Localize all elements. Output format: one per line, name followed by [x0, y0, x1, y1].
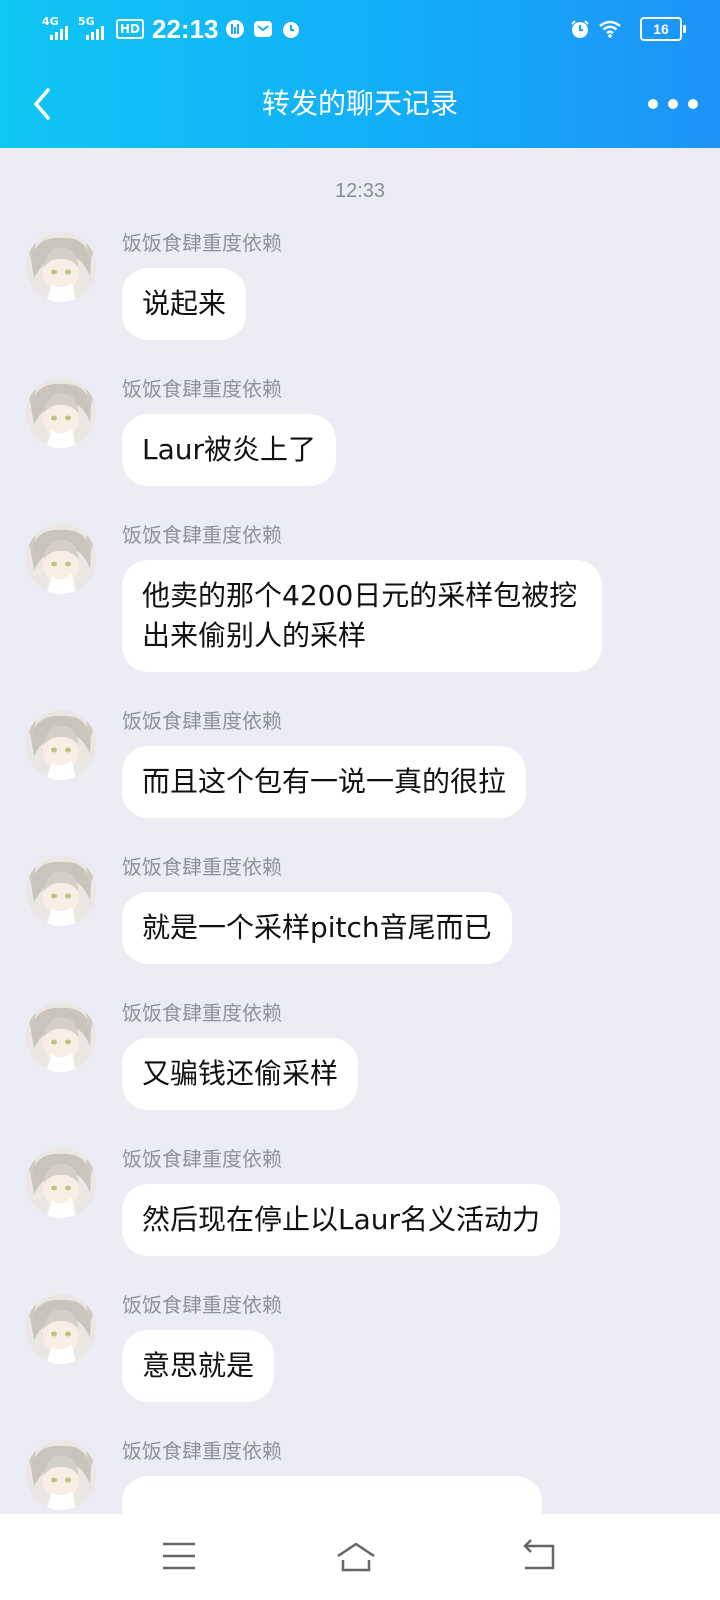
alarm-icon — [282, 22, 299, 38]
hd-voice-badge: HD — [116, 19, 145, 39]
sender-name: 饭饭食肆重度依赖 — [122, 1439, 282, 1463]
message-bubble[interactable]: 而且这个包有一说一真的很拉 — [122, 746, 527, 818]
avatar[interactable] — [26, 1440, 96, 1510]
message-row: 饭饭食肆重度依赖 — [0, 1438, 720, 1514]
chat-timestamp: 12:33 — [334, 180, 386, 202]
avatar[interactable] — [26, 232, 96, 302]
avatar[interactable] — [26, 710, 96, 780]
message-list: 饭饭食肆重度依赖 说起来 饭饭食肆重度依赖 Laur被炎上了 饭饭食肆重度依赖 他卖的… — [0, 230, 720, 1514]
message-bubble[interactable]: 又骗钱还偷采样 — [122, 1038, 359, 1110]
avatar[interactable] — [26, 1148, 96, 1218]
page-title: 转发的聊天记录 — [261, 87, 458, 120]
message-row: 饭饭食肆重度依赖然后现在停止以Laur名义活动力 — [0, 1146, 720, 1256]
nav-bar: 转发的聊天记录 — [0, 66, 720, 142]
message-row: 饭饭食肆重度依赖 Laur被炎上了 — [0, 376, 720, 486]
signal-5g-icon: 5G — [78, 16, 110, 42]
status-bar: 4G 5G HD 22:13 16 — [0, 0, 720, 58]
avatar[interactable] — [26, 1002, 96, 1072]
message-bubble[interactable]: 说起来 — [122, 268, 247, 340]
sender-name: 饭饭食肆重度依赖 — [122, 523, 282, 547]
system-nav-bar — [0, 1514, 720, 1600]
menu-icon[interactable] — [157, 1534, 201, 1578]
message-row: 饭饭食肆重度依赖说起来 — [0, 230, 720, 340]
back-icon[interactable] — [519, 1534, 563, 1578]
more-icon[interactable] — [648, 88, 698, 120]
message-row: 饭饭食肆重度依赖意思就是 — [0, 1292, 720, 1402]
sender-name: 饭饭食肆重度依赖 — [122, 855, 282, 879]
sender-name: 饭饭食肆重度依赖 — [122, 1293, 282, 1317]
message-bubble[interactable]: 意思就是 — [122, 1330, 275, 1402]
signal-4g-icon: 4G — [42, 16, 74, 42]
alarm-icon — [571, 20, 589, 38]
message-bubble[interactable]: 他卖的那个4200日元的采样包被挖出来偷别人的采样 — [122, 560, 602, 672]
avatar[interactable] — [26, 524, 96, 594]
message-bubble[interactable]: 就是一个采样pitch音尾而已 — [122, 892, 512, 964]
avatar[interactable] — [26, 1294, 96, 1364]
sender-name: 饭饭食肆重度依赖 — [122, 1001, 282, 1025]
home-icon[interactable] — [334, 1534, 378, 1578]
avatar[interactable] — [26, 856, 96, 926]
message-bubble[interactable]: 然后现在停止以Laur名义活动力 — [122, 1184, 561, 1256]
sender-name: 饭饭食肆重度依赖 — [122, 709, 282, 733]
chat-history[interactable]: 12:33 饭饭食肆重度依赖 说起来 饭饭食肆重度依赖 Laur被炎上了 饭饭食肆重… — [0, 148, 720, 1514]
status-time: 22:13 — [152, 13, 219, 44]
sender-name: 饭饭食肆重度依赖 — [122, 377, 282, 401]
message-row: 饭饭食肆重度依赖而且这个包有一说一真的很拉 — [0, 708, 720, 818]
sender-name: 饭饭食肆重度依赖 — [122, 1147, 282, 1171]
data-saver-icon — [225, 20, 244, 38]
message-row: 饭饭食肆重度依赖又骗钱还偷采样 — [0, 1000, 720, 1110]
message-bubble[interactable]: Laur被炎上了 — [122, 414, 337, 486]
battery-icon: 16 — [640, 17, 686, 41]
avatar[interactable] — [26, 378, 96, 448]
status-bar-right: 16 — [570, 16, 686, 42]
message-row: 饭饭食肆重度依赖他卖的那个4200日元的采样包被挖出来偷别人的采样 — [0, 522, 720, 672]
status-bar-left: 4G 5G HD 22:13 — [42, 14, 309, 44]
wifi-icon — [599, 20, 621, 38]
app-header: 4G 5G HD 22:13 16 转发的聊天记录 — [0, 0, 720, 148]
message-row: 饭饭食肆重度依赖就是一个采样pitch音尾而已 — [0, 854, 720, 964]
sender-name: 饭饭食肆重度依赖 — [122, 231, 282, 255]
message-bubble[interactable] — [122, 1476, 542, 1514]
mail-icon — [253, 21, 272, 37]
